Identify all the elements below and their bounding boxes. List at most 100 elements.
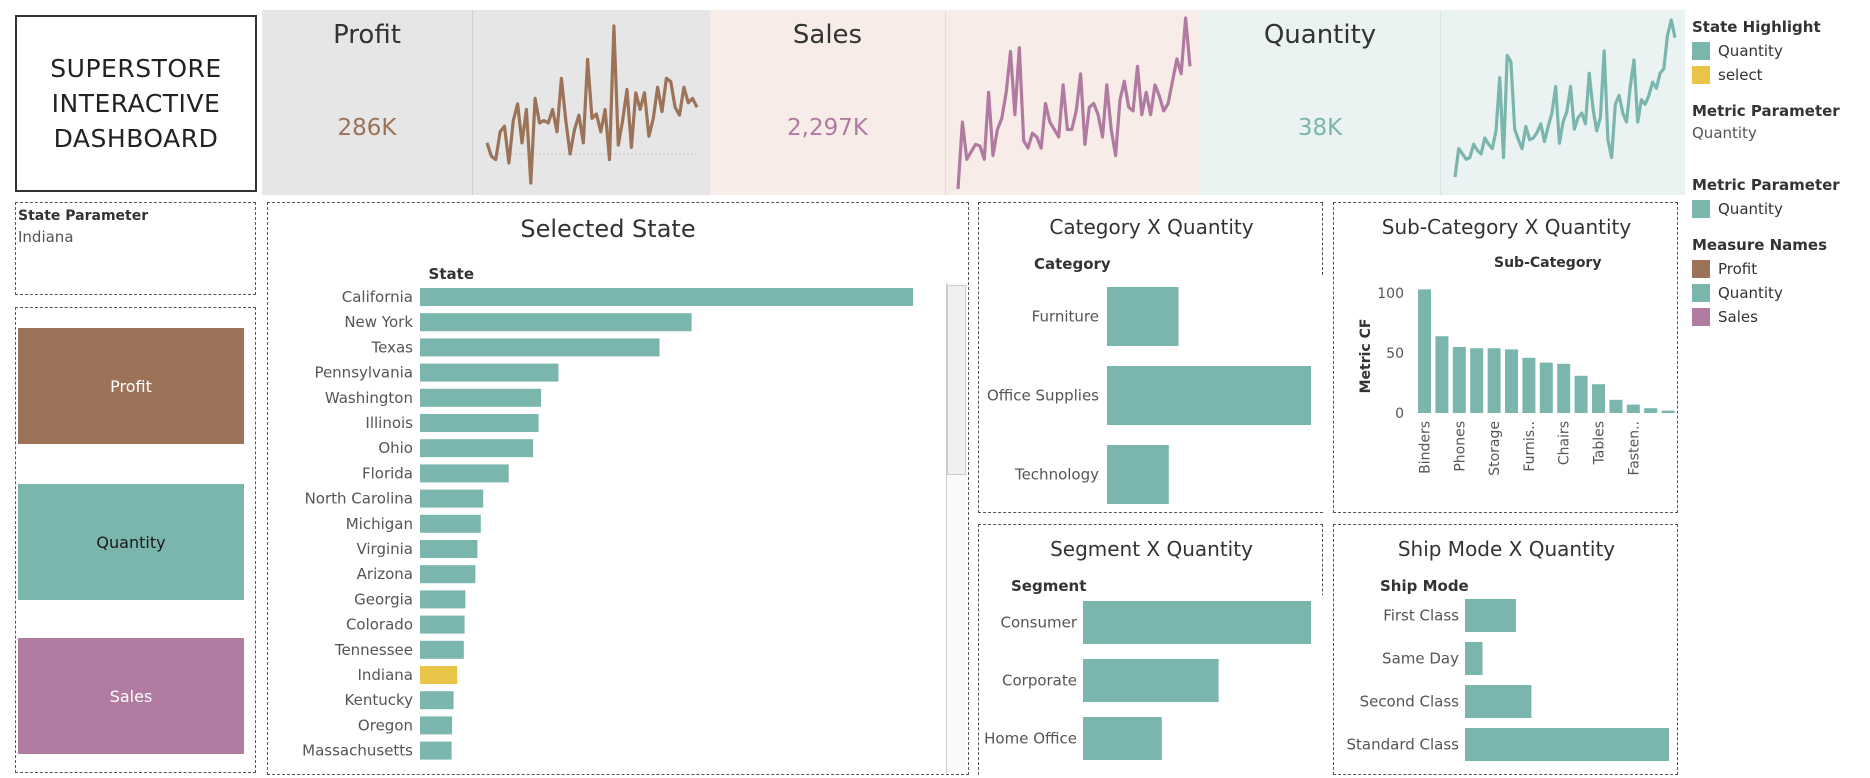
- state-parameter-box: State Parameter Indiana: [15, 202, 256, 295]
- bar[interactable]: [1107, 366, 1311, 425]
- kpi-quantity-card[interactable]: Quantity 38K: [1200, 10, 1685, 195]
- bar[interactable]: [1465, 685, 1532, 718]
- bar[interactable]: [1435, 336, 1449, 413]
- bar[interactable]: [1539, 362, 1553, 413]
- bar[interactable]: [420, 691, 454, 710]
- category-label: Pennsylvania: [314, 364, 413, 382]
- category-label: Massachusetts: [302, 742, 413, 760]
- bar[interactable]: [1609, 399, 1623, 413]
- category-label: Michigan: [346, 515, 413, 533]
- kpi-divider: [945, 10, 946, 195]
- subcategory-bar-chart[interactable]: 0 50 100 Binders Phones Storage Furnis.. Chairs…: [1364, 275, 1676, 511]
- category-label: Texas: [371, 338, 414, 356]
- bar[interactable]: [420, 590, 466, 609]
- sales-sparkline[interactable]: [950, 10, 1198, 195]
- bar[interactable]: [1592, 384, 1605, 413]
- bar[interactable]: [1452, 347, 1466, 413]
- bar[interactable]: [1470, 348, 1484, 413]
- legend-item-quantity[interactable]: Quantity: [1692, 284, 1867, 302]
- profit-sparkline[interactable]: [477, 10, 707, 195]
- bar[interactable]: [420, 489, 484, 508]
- quantity-metric-button[interactable]: Quantity: [18, 484, 244, 600]
- category-chart-title: Category X Quantity: [1049, 215, 1254, 239]
- bar[interactable]: [420, 565, 476, 584]
- category-label: Technology: [1014, 466, 1099, 484]
- bar[interactable]: [420, 439, 534, 458]
- dashboard-title: SUPERSTORE INTERACTIVE DASHBOARD: [50, 54, 222, 153]
- bar[interactable]: [420, 666, 458, 684]
- bar[interactable]: [1465, 728, 1669, 761]
- x-tick-label: Storage: [1487, 421, 1503, 476]
- bar[interactable]: [420, 514, 481, 533]
- bar[interactable]: [420, 414, 539, 432]
- state-chart-scrollbar[interactable]: [946, 283, 967, 773]
- kpi-divider: [472, 10, 473, 195]
- sparkline-series[interactable]: [485, 24, 699, 185]
- bar[interactable]: [420, 464, 509, 483]
- bar[interactable]: [420, 338, 660, 357]
- shipmode-axis-title: Ship Mode: [1380, 577, 1469, 595]
- bar[interactable]: [420, 388, 542, 407]
- bar[interactable]: [1557, 363, 1571, 413]
- segment-bar-chart[interactable]: Consumer Corporate Home Office: [979, 597, 1322, 775]
- profit-metric-button[interactable]: Profit: [18, 328, 244, 444]
- state-parameter-label: State Parameter: [18, 208, 149, 224]
- category-label: Washington: [325, 389, 413, 407]
- state-bar-chart[interactable]: California New York Texas Pennsylvania Washi…: [268, 283, 938, 775]
- bar[interactable]: [1465, 599, 1516, 632]
- bar[interactable]: [1465, 642, 1483, 675]
- sparkline-series[interactable]: [956, 16, 1192, 190]
- state-parameter-value[interactable]: Indiana: [18, 228, 253, 246]
- bar[interactable]: [1626, 404, 1640, 413]
- category-label: Consumer: [1001, 614, 1078, 632]
- legend-swatch: [1692, 284, 1710, 302]
- legend-swatch: [1692, 200, 1710, 218]
- category-bar-chart[interactable]: Furniture Office Supplies Technology: [979, 281, 1324, 511]
- bar[interactable]: [1487, 348, 1501, 413]
- bar[interactable]: [1522, 357, 1536, 413]
- bar[interactable]: [1083, 601, 1311, 644]
- bar[interactable]: [1418, 289, 1431, 413]
- scrollbar-thumb[interactable]: [947, 285, 966, 475]
- bar[interactable]: [1107, 445, 1169, 504]
- sales-metric-button[interactable]: Sales: [18, 638, 244, 754]
- kpi-sales-card[interactable]: Sales 2,297K: [710, 10, 1200, 195]
- bar[interactable]: [420, 615, 465, 634]
- selected-state-title: Selected State: [520, 215, 696, 243]
- bar[interactable]: [1107, 287, 1179, 346]
- kpi-quantity-title: Quantity: [1263, 20, 1377, 50]
- bar[interactable]: [1505, 349, 1518, 413]
- bar[interactable]: [420, 540, 478, 558]
- metric-parameter-value[interactable]: Quantity: [1692, 124, 1867, 142]
- bar[interactable]: [1574, 375, 1588, 413]
- bar[interactable]: [1083, 659, 1219, 702]
- legend-item-quantity[interactable]: Quantity: [1692, 42, 1867, 60]
- category-label: New York: [344, 313, 413, 331]
- quantity-sparkline[interactable]: [1445, 10, 1683, 195]
- state-highlight-legend-title: State Highlight: [1692, 18, 1821, 36]
- category-label: First Class: [1383, 607, 1459, 625]
- category-label: California: [342, 288, 413, 306]
- legend-item-profit[interactable]: Profit: [1692, 260, 1867, 278]
- shipmode-bar-chart[interactable]: First Class Same Day Second Class Standard …: [1334, 597, 1677, 775]
- bar[interactable]: [420, 363, 559, 382]
- bar[interactable]: [420, 716, 453, 735]
- bar[interactable]: [1661, 410, 1675, 413]
- bar[interactable]: [420, 640, 464, 659]
- kpi-profit-card[interactable]: Profit 286K: [262, 10, 710, 195]
- bar[interactable]: [420, 313, 692, 332]
- bar[interactable]: [420, 288, 913, 306]
- x-tick-label: Furnis..: [1522, 421, 1538, 472]
- bar[interactable]: [1083, 717, 1162, 760]
- legend-item-sales[interactable]: Sales: [1692, 308, 1867, 326]
- legend-item-select[interactable]: select: [1692, 66, 1867, 84]
- category-label: Colorado: [346, 616, 413, 634]
- bar[interactable]: [1644, 408, 1658, 413]
- panel-border: [1321, 203, 1323, 275]
- category-label: Illinois: [365, 414, 413, 432]
- legend-item-quantity[interactable]: Quantity: [1692, 200, 1867, 218]
- shipmode-chart-title: Ship Mode X Quantity: [1397, 537, 1616, 561]
- bar[interactable]: [420, 741, 452, 760]
- sparkline-series[interactable]: [1453, 18, 1677, 178]
- legend-swatch: [1692, 66, 1710, 84]
